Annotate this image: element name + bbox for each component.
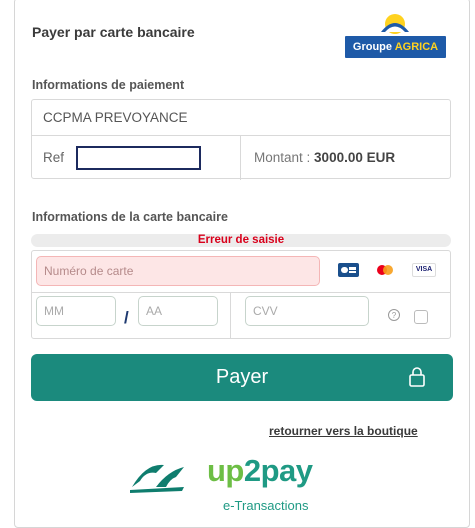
expiry-month-input[interactable]: MM [36, 296, 116, 326]
form-row-divider [32, 292, 450, 293]
logo-brand: Groupe [352, 41, 393, 53]
amount-value: 3000.00 EUR [314, 150, 396, 165]
up2pay-wordmark: up2pay [207, 453, 313, 489]
credit-agricole-icon [130, 464, 184, 493]
expiry-year-input[interactable]: AA [138, 296, 218, 326]
card-info-heading: Informations de la carte bancaire [32, 210, 228, 224]
cvv-help-icon[interactable]: ? [388, 309, 400, 321]
brand-rest: 2pay [243, 453, 313, 488]
up2pay-logo: up2pay e-Transactions [126, 453, 356, 515]
logo-brand-highlight: AGRICA [394, 41, 439, 53]
amount-display: Montant : 3000.00 EUR [254, 150, 395, 165]
info-divider [240, 136, 241, 180]
agrica-emblem-icon [381, 14, 409, 34]
ref-label: Ref [43, 150, 65, 165]
agrica-logo-text: Groupe AGRICA [345, 36, 446, 58]
card-number-input[interactable]: Numéro de carte [36, 256, 320, 286]
agrica-logo: Groupe AGRICA [345, 12, 446, 58]
lock-icon [409, 367, 425, 387]
return-to-shop-link[interactable]: retourner vers la boutique [269, 424, 418, 438]
cvv-input[interactable]: CVV [245, 296, 369, 326]
organization-row: CCPMA PREVOYANCE [32, 100, 450, 136]
amount-label: Montant : [254, 150, 315, 165]
cb-card-icon [338, 263, 359, 277]
mastercard-logo-icon [377, 265, 393, 275]
payment-info-box: CCPMA PREVOYANCE Ref Montant : 3000.00 E… [31, 99, 451, 180]
brand-up: up [207, 453, 244, 488]
mastercard-icon [374, 263, 395, 277]
pay-button-label: Payer [215, 366, 269, 388]
visa-icon: VISA [412, 263, 436, 277]
pay-button[interactable]: Payer [31, 354, 453, 401]
expiry-separator: / [124, 308, 129, 327]
cb-logo-icon [341, 267, 356, 273]
organization-name: CCPMA PREVOYANCE [43, 110, 188, 125]
etransactions-tagline: e-Transactions [223, 498, 309, 513]
error-message: Erreur de saisie [31, 234, 451, 247]
expiry-cvv-divider [230, 292, 231, 339]
ref-field[interactable] [76, 146, 201, 170]
page-title: Payer par carte bancaire [32, 24, 195, 40]
cvv-checkbox[interactable] [414, 310, 428, 324]
payment-info-heading: Informations de paiement [32, 78, 185, 92]
